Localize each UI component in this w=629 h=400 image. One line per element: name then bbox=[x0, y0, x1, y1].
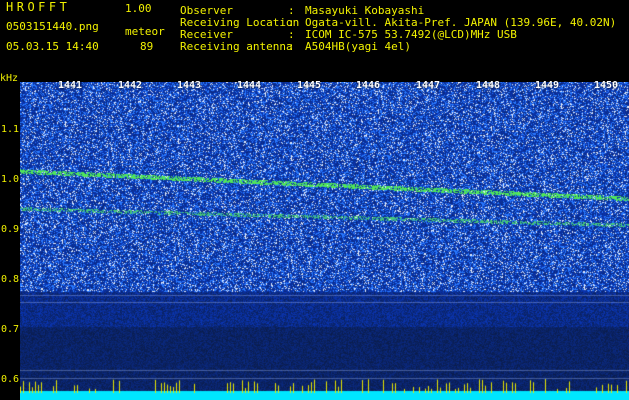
x-tick-label: 1450 bbox=[594, 80, 619, 91]
x-tick-label: 1441 bbox=[58, 80, 83, 91]
y-tick-label: 1.0 bbox=[1, 174, 20, 185]
y-tick-label: 0.7 bbox=[1, 324, 20, 335]
y-tick-label: 0.9 bbox=[1, 224, 20, 235]
meta-separator: : bbox=[288, 40, 295, 53]
detection-mode: meteor bbox=[125, 25, 165, 38]
y-tick-label: 0.8 bbox=[1, 274, 20, 285]
meteor-count: 89 bbox=[140, 40, 154, 53]
meta-value: A504HB(yagi 4el) bbox=[305, 40, 411, 53]
y-axis: 1.1 1.0 0.9 0.8 0.7 0.6 bbox=[0, 82, 20, 400]
x-tick-label: 1443 bbox=[177, 80, 202, 91]
x-tick-label: 1448 bbox=[476, 80, 501, 91]
x-tick-label: 1449 bbox=[535, 80, 560, 91]
meta-label: Receiving antenna bbox=[180, 40, 293, 53]
x-tick-label: 1447 bbox=[416, 80, 441, 91]
x-tick-label: 1445 bbox=[297, 80, 322, 91]
y-tick-label: 0.6 bbox=[1, 374, 20, 385]
y-tick-label: 1.1 bbox=[1, 124, 20, 135]
x-tick-label: 1446 bbox=[356, 80, 381, 91]
image-filename: 0503151440.png bbox=[6, 20, 99, 33]
capture-timestamp: 05.03.15 14:40 bbox=[6, 40, 99, 53]
x-axis: 1441 1442 1443 1444 1445 1446 1447 1448 … bbox=[0, 80, 629, 92]
app-brand: HROFFT bbox=[6, 0, 71, 14]
hrofft-window: HROFFT 1.00 0503151440.png 05.03.15 14:4… bbox=[0, 0, 629, 400]
x-tick-label: 1444 bbox=[237, 80, 262, 91]
app-version: 1.00 bbox=[125, 2, 152, 15]
x-tick-label: 1442 bbox=[118, 80, 143, 91]
spectrogram-plot bbox=[20, 82, 629, 400]
